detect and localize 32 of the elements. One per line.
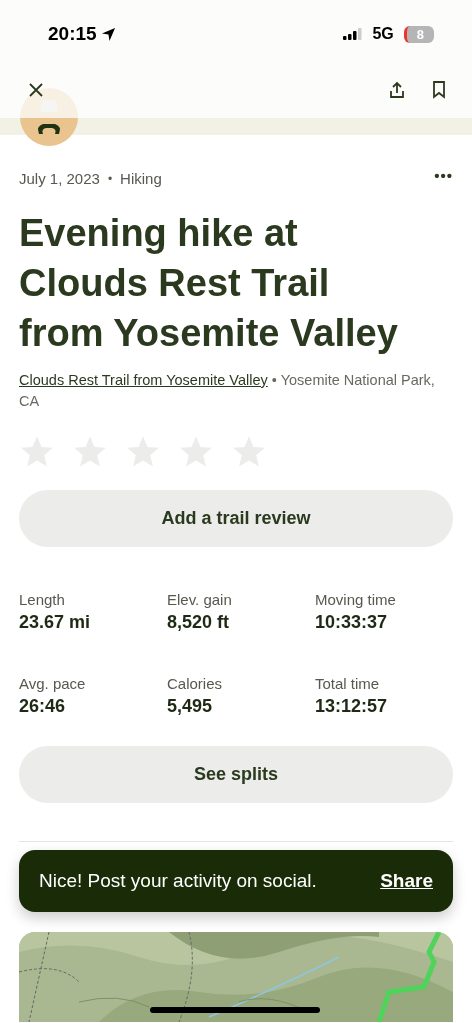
share-icon: [388, 81, 406, 99]
more-button[interactable]: •••: [434, 167, 453, 190]
stat-label: Avg. pace: [19, 675, 87, 692]
separator-dot: •: [107, 171, 113, 186]
close-icon: [28, 82, 44, 98]
stat-label: Calories: [167, 675, 224, 692]
see-splits-button[interactable]: See splits: [19, 746, 453, 803]
stat-label: Length: [19, 591, 66, 608]
status-time: 20:15: [48, 23, 97, 45]
stat-value: 23.67 mi: [19, 612, 92, 633]
bookmark-button[interactable]: [430, 79, 448, 101]
location-arrow-icon: [100, 26, 116, 42]
stat-value: 13:12:57: [315, 696, 389, 717]
stat-label: Total time: [315, 675, 381, 692]
stat-label: Elev. gain: [167, 591, 233, 608]
trail-link[interactable]: Clouds Rest Trail from Yosemite Valley: [19, 372, 268, 388]
activity-title: Evening hike at Clouds Rest Trail from Yosemite Valley: [19, 211, 399, 356]
trail-subtitle: Clouds Rest Trail from Yosemite Valley • Yosemite National Park, CA: [19, 371, 436, 411]
stat-value: 26:46: [19, 696, 67, 717]
activity-type: Hiking: [120, 170, 162, 187]
add-review-button[interactable]: Add a trail review: [19, 490, 453, 547]
battery-level: 8: [403, 25, 434, 43]
bookmark-icon: [432, 81, 446, 99]
network-label: 5G: [372, 25, 394, 43]
stat-value: 8,520 ft: [167, 612, 231, 633]
stat-value: 5,495: [167, 696, 214, 717]
stat-label: Moving time: [315, 591, 397, 608]
stat-value: 10:33:37: [315, 612, 389, 633]
signal-icon: [343, 28, 364, 40]
toast-message: Nice! Post your activity on social.: [39, 870, 317, 892]
share-link[interactable]: Share: [380, 870, 433, 892]
activity-date: July 1, 2023: [19, 170, 100, 187]
